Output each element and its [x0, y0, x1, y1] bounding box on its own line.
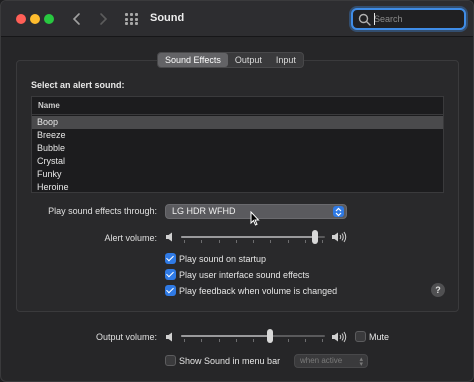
mute-checkbox[interactable]: [355, 331, 366, 342]
output-volume-label: Output volume:: [95, 332, 157, 342]
output-device-value: LG HDR WFHD: [172, 206, 236, 216]
back-button[interactable]: [67, 9, 87, 29]
slider-tick: [219, 240, 220, 243]
slider-tick: [270, 240, 271, 243]
ui-sound-effects-checkbox[interactable]: [165, 269, 176, 280]
slider-fill: [181, 236, 315, 238]
toolbar: Sound: [1, 1, 473, 37]
alert-volume-label: Alert volume:: [104, 233, 157, 243]
mute-label[interactable]: Mute: [369, 332, 389, 342]
search-icon: [358, 13, 371, 26]
forward-button[interactable]: [93, 9, 113, 29]
slider-tick: [305, 240, 306, 243]
slider-tick: [236, 240, 237, 243]
slider-tick: [288, 240, 289, 243]
slider-knob[interactable]: [267, 329, 273, 343]
startup-sound-checkbox[interactable]: [165, 253, 176, 264]
chevron-left-icon: [72, 13, 80, 25]
menu-bar-visibility-value: when active: [300, 356, 343, 365]
alert-volume-slider[interactable]: [181, 230, 325, 244]
list-item[interactable]: Funky: [32, 168, 443, 181]
slider-tick: [184, 240, 185, 243]
popup-arrows-icon: ▴ ▾: [359, 356, 363, 368]
show-in-menu-bar-checkbox[interactable]: [165, 355, 176, 366]
list-item[interactable]: Breeze: [32, 129, 443, 142]
slider-tick: [219, 339, 220, 342]
volume-feedback-label[interactable]: Play feedback when volume is changed: [179, 286, 337, 296]
tab-output[interactable]: Output: [228, 53, 269, 67]
list-item[interactable]: Heroine: [32, 181, 443, 192]
slider-tick: [201, 240, 202, 243]
window-title: Sound: [150, 12, 185, 24]
tab-sound-effects[interactable]: Sound Effects: [158, 53, 228, 67]
speaker-low-icon: [166, 232, 172, 242]
slider-tick: [305, 339, 306, 342]
slider-tick: [322, 339, 323, 342]
slider-tick: [236, 339, 237, 342]
menu-bar-visibility-popup[interactable]: when active ▴ ▾: [294, 354, 368, 368]
list-item[interactable]: Boop: [32, 116, 443, 129]
slider-fill: [181, 335, 270, 337]
help-button[interactable]: ?: [431, 283, 445, 297]
slider-knob[interactable]: [312, 230, 318, 244]
speaker-high-icon: [332, 231, 347, 243]
text-caret: [374, 13, 375, 25]
close-button[interactable]: [16, 14, 26, 24]
mouse-pointer-icon: [250, 211, 260, 226]
slider-tick: [253, 339, 254, 342]
slider-tick: [253, 240, 254, 243]
alert-sound-heading: Select an alert sound:: [31, 80, 125, 90]
speaker-high-icon: [332, 331, 347, 343]
speaker-low-icon: [166, 332, 172, 342]
slider-tick: [288, 339, 289, 342]
search-input[interactable]: [374, 12, 460, 26]
volume-feedback-checkbox[interactable]: [165, 285, 176, 296]
show-in-menu-bar-label[interactable]: Show Sound in menu bar: [179, 356, 280, 366]
slider-tick: [322, 240, 323, 243]
search-field[interactable]: [351, 8, 466, 30]
alert-sound-list[interactable]: Name Boop Breeze Bubble Crystal Funky He…: [31, 96, 444, 193]
play-through-label: Play sound effects through:: [48, 206, 157, 216]
tab-input[interactable]: Input: [269, 53, 303, 67]
show-all-grid-icon[interactable]: [125, 13, 139, 25]
popup-arrows-icon: [333, 206, 344, 217]
zoom-button[interactable]: [44, 14, 54, 24]
chevron-right-icon: [100, 13, 108, 25]
list-item[interactable]: Bubble: [32, 142, 443, 155]
ui-sound-effects-label[interactable]: Play user interface sound effects: [179, 270, 309, 280]
output-volume-slider[interactable]: [181, 329, 325, 343]
sound-preferences-window: Sound Sound Effects Output Input Select …: [0, 0, 474, 382]
slider-tick: [201, 339, 202, 342]
list-item[interactable]: Crystal: [32, 155, 443, 168]
minimize-button[interactable]: [30, 14, 40, 24]
slider-tick: [184, 339, 185, 342]
column-header-name[interactable]: Name: [32, 97, 443, 115]
startup-sound-label[interactable]: Play sound on startup: [179, 254, 266, 264]
tab-bar: Sound Effects Output Input: [157, 52, 304, 68]
